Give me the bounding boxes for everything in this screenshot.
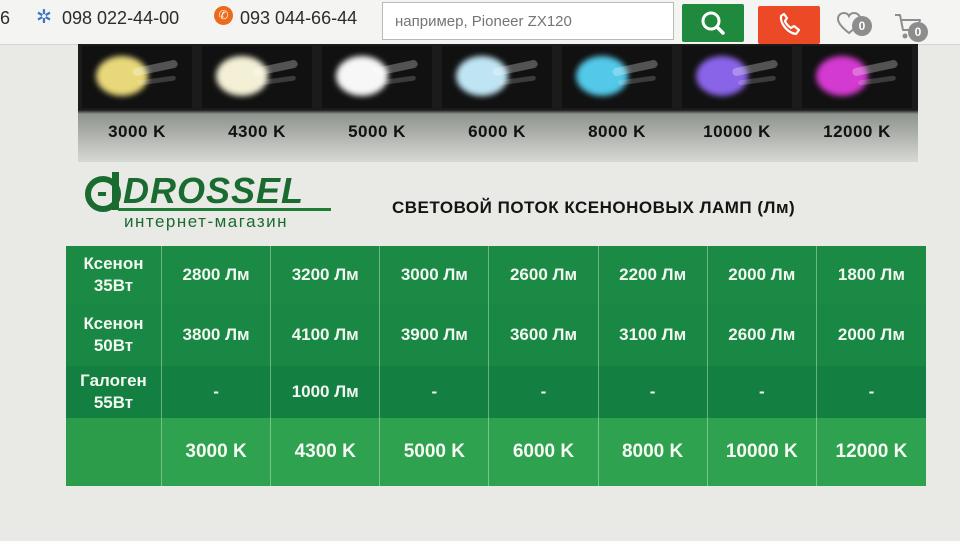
edge-text: 6 — [0, 8, 11, 28]
top-bar: 6 ✲ 098 022-44-00 ✆ 093 044-66-44 0 0 — [0, 0, 960, 45]
table-cell: - — [380, 366, 490, 418]
table-cell: 2000 Лм — [816, 304, 926, 366]
table-cell: - — [598, 366, 708, 418]
luminous-flux-table: Ксенон 35Вт 2800 Лм 3200 Лм 3000 Лм 2600 … — [66, 246, 926, 486]
favorites-link[interactable]: 0 — [836, 11, 872, 41]
table-cell: 4100 Лм — [271, 304, 381, 366]
phone-secondary[interactable]: 093 044-66-44 — [240, 8, 357, 29]
logo-underline — [118, 208, 331, 211]
lamp-label: 6000 K — [468, 122, 526, 141]
search-input[interactable] — [382, 2, 674, 40]
table-cell: 2000 Лм — [707, 246, 817, 304]
table-cell: 1000 Лм — [271, 366, 381, 418]
cart-count-badge: 0 — [908, 22, 928, 42]
table-heading: СВЕТОВОЙ ПОТОК КСЕНОНОВЫХ ЛАМП (Лм) — [392, 198, 796, 217]
table-cell: 2200 Лм — [598, 246, 708, 304]
lamp-label: 5000 K — [348, 122, 406, 141]
temperature-cell: 12000 K — [816, 418, 926, 486]
temperature-cell: 6000 K — [489, 418, 599, 486]
temperature-cell: 4300 K — [271, 418, 381, 486]
lamp-photo-3000k — [82, 46, 192, 108]
lamp-photo-5000k — [322, 46, 432, 108]
row-header-empty — [66, 418, 162, 486]
temperature-cell: 5000 K — [380, 418, 490, 486]
lamp-label: 12000 K — [823, 122, 891, 141]
row-header: Галоген 55Вт — [66, 366, 162, 418]
temperature-cell: 10000 K — [707, 418, 817, 486]
row-header: Ксенон 35Вт — [66, 246, 162, 304]
table-cell: 2800 Лм — [162, 246, 272, 304]
table-cell: - — [707, 366, 817, 418]
lamp-photo-10000k — [682, 46, 792, 108]
table-cell: 3600 Лм — [489, 304, 599, 366]
logo-subtitle: интернет-магазин — [124, 212, 289, 231]
logo-name: DROSSEL — [123, 170, 305, 211]
lamp-photo-12000k — [802, 46, 912, 108]
table-cell: 2600 Лм — [707, 304, 817, 366]
temperature-cell: 3000 K — [162, 418, 272, 486]
lamp-label: 4300 K — [228, 122, 286, 141]
temperature-cell: 8000 K — [598, 418, 708, 486]
lamp-label: 3000 K — [108, 122, 166, 141]
table-cell: 1800 Лм — [816, 246, 926, 304]
lamp-color-strip: 3000 K 4300 K 5000 K 6000 K 8000 K 10000… — [78, 44, 918, 162]
cart-link[interactable]: 0 — [894, 12, 928, 47]
table-cell: 3200 Лм — [271, 246, 381, 304]
table-cell: 3100 Лм — [598, 304, 708, 366]
phone-call-icon — [779, 12, 801, 36]
phone-primary[interactable]: 098 022-44-00 — [62, 8, 179, 29]
table-cell: - — [162, 366, 272, 418]
lamp-photo-6000k — [442, 46, 552, 108]
search-icon — [701, 11, 725, 35]
lamp-photo-4300k — [202, 46, 312, 108]
call-button[interactable] — [758, 6, 820, 44]
table-cell: 3800 Лм — [162, 304, 272, 366]
table-cell: 2600 Лм — [489, 246, 599, 304]
lamp-label: 10000 K — [703, 122, 771, 141]
favorites-count-badge: 0 — [852, 16, 872, 36]
table-cell: 3900 Лм — [380, 304, 490, 366]
search-button[interactable] — [682, 4, 744, 42]
row-header: Ксенон 50Вт — [66, 304, 162, 366]
table-cell: - — [816, 366, 926, 418]
star-icon: ✲ — [36, 7, 52, 28]
table-cell: - — [489, 366, 599, 418]
phone-icon: ✆ — [214, 6, 233, 25]
lamp-photo-8000k — [562, 46, 672, 108]
lamp-label: 8000 K — [588, 122, 646, 141]
table-cell: 3000 Лм — [380, 246, 490, 304]
